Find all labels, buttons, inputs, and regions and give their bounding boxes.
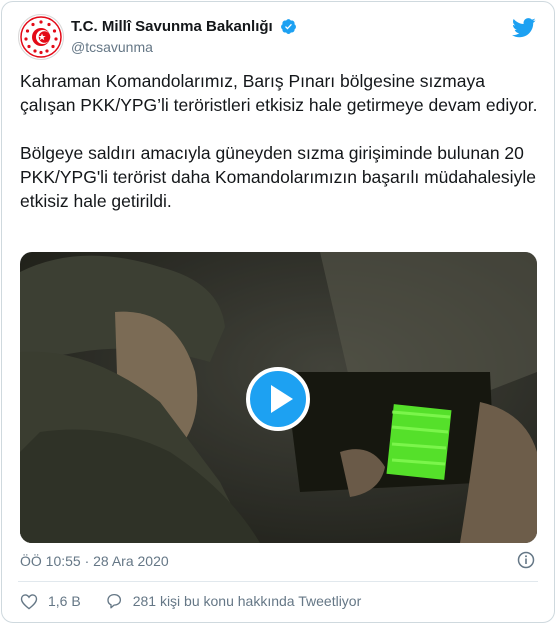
tweet-text: Kahraman Komandolarımız, Barış Pınarı bö… (20, 69, 540, 237)
twitter-bird-icon[interactable] (512, 18, 536, 38)
tweet-paragraph-2: Bölgeye saldırı amacıyla güneyden sızma … (20, 143, 536, 211)
ministry-emblem-icon[interactable] (18, 14, 64, 60)
tweet-paragraph-1: Kahraman Komandolarımız, Barış Pınarı bö… (20, 71, 538, 115)
tweet-timestamp[interactable]: ÖÖ 10:55 · 28 Ara 2020 (20, 553, 169, 569)
conversation-link[interactable]: 281 kişi bu konu hakkında Tweetliyor (105, 592, 362, 610)
verified-badge-icon (281, 19, 297, 35)
video-thumbnail[interactable] (20, 252, 537, 543)
display-name[interactable]: T.C. Millî Savunma Bakanlığı (71, 18, 273, 35)
like-count: 1,6 B (48, 593, 81, 609)
info-icon[interactable] (517, 551, 535, 569)
conversation-label: 281 kişi bu konu hakkında Tweetliyor (132, 593, 362, 609)
tweet-actions: 1,6 B 281 kişi bu konu hakkında Tweetliy… (20, 592, 385, 610)
account-header[interactable]: T.C. Millî Savunma Bakanlığı @tcsavunma (71, 18, 297, 55)
divider (18, 581, 538, 582)
tweet-card[interactable]: T.C. Millî Savunma Bakanlığı @tcsavunma … (1, 1, 555, 623)
speech-bubble-icon (107, 593, 121, 609)
account-handle[interactable]: @tcsavunma (71, 39, 297, 55)
heart-icon (20, 593, 38, 609)
like-button[interactable]: 1,6 B (20, 593, 81, 610)
play-icon[interactable] (246, 367, 310, 431)
